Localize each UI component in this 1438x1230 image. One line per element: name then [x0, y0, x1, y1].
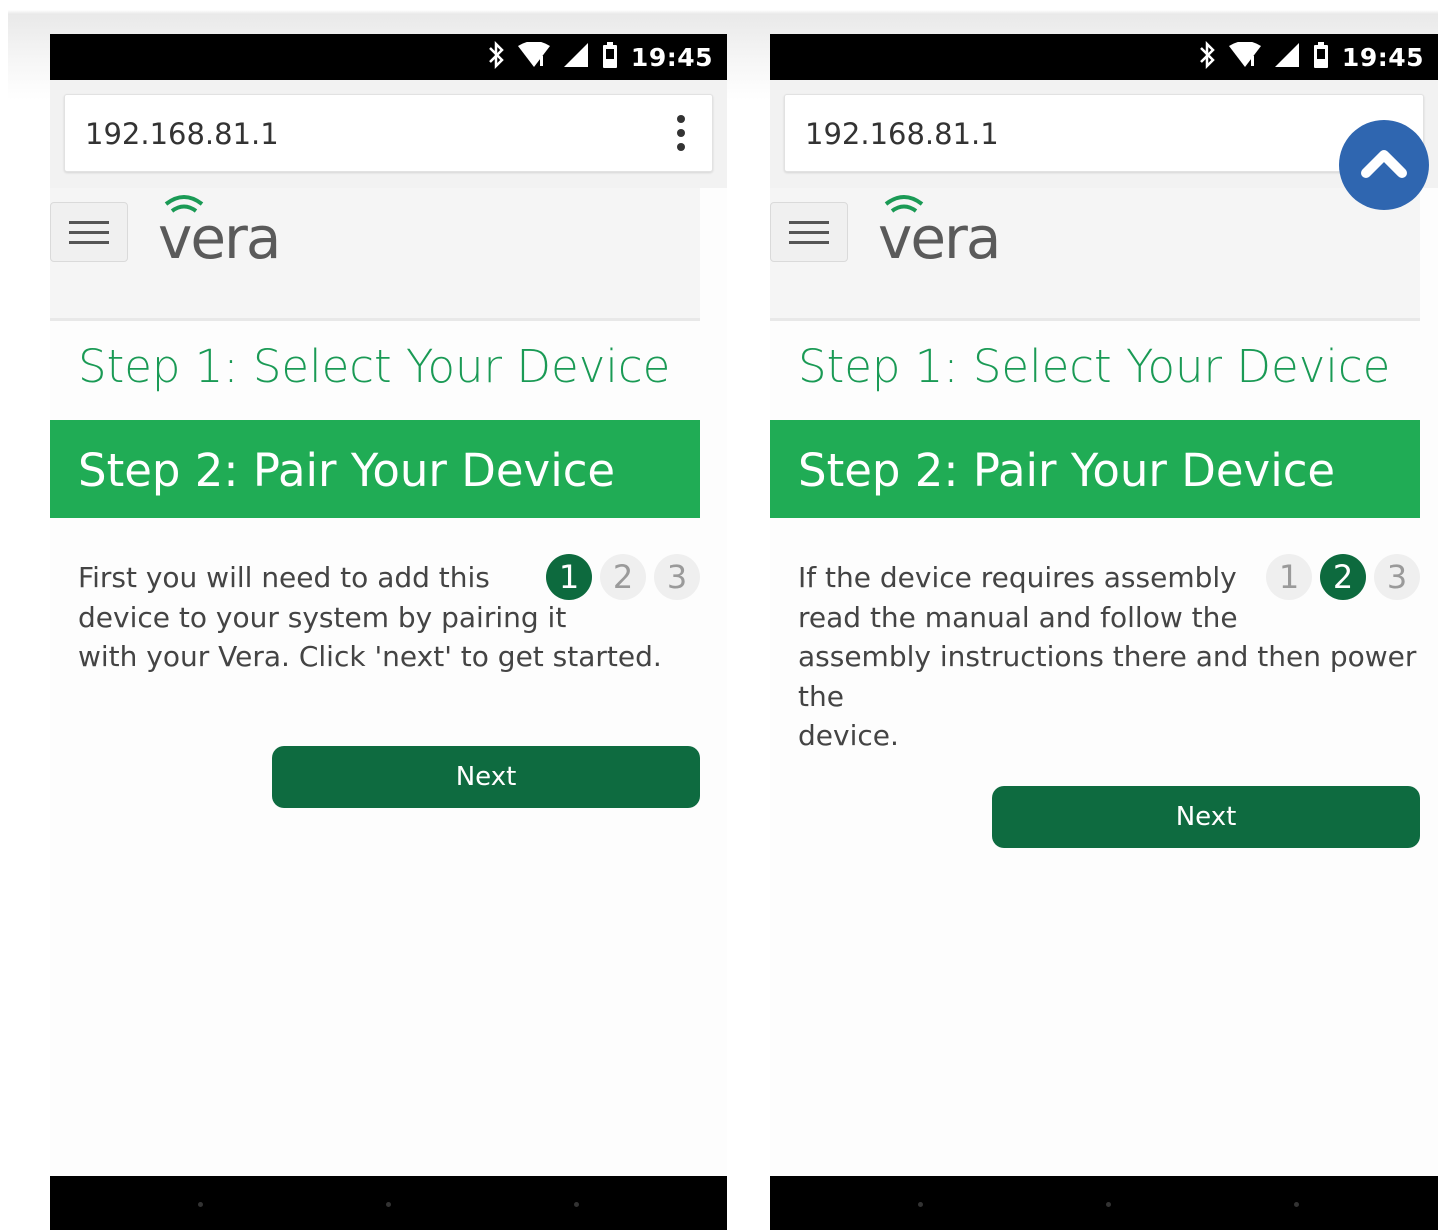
status-bar: 19:45: [770, 34, 1438, 80]
url-text: 192.168.81.1: [805, 117, 999, 151]
status-time: 19:45: [1341, 42, 1424, 72]
hamburger-menu-button[interactable]: [50, 202, 128, 262]
wifi-icon: [1228, 40, 1262, 73]
signal-icon: [563, 42, 589, 73]
nav-home-icon[interactable]: [1106, 1202, 1111, 1207]
description-line: device to your system by pairing it: [78, 600, 567, 634]
pager-dot-1: 1: [1266, 554, 1312, 600]
scroll-to-top-button[interactable]: [1339, 120, 1429, 210]
phone-screen-right: 19:45 192.168.81.1 vera Step 1: Select Y…: [770, 34, 1438, 1230]
site-header: vera: [770, 188, 1420, 321]
pager-dot-3: 3: [1374, 554, 1420, 600]
site-header: vera: [50, 188, 700, 321]
bluetooth-icon: [1198, 40, 1216, 74]
url-text: 192.168.81.1: [85, 117, 279, 151]
signal-icon: [1274, 42, 1300, 73]
android-nav-bar: [770, 1176, 1438, 1230]
next-button[interactable]: Next: [272, 746, 700, 808]
android-nav-bar: [50, 1176, 727, 1230]
step2-title: Step 2: Pair Your Device: [798, 444, 1336, 497]
description-line: with your Vera. Click 'next' to get star…: [78, 640, 662, 673]
pager-dot-3: 3: [654, 554, 700, 600]
nav-recents-icon[interactable]: [574, 1202, 579, 1207]
step1-title[interactable]: Step 1: Select Your Device: [78, 340, 670, 393]
pager-dot-2: 2: [1320, 554, 1366, 600]
browser-toolbar: 192.168.81.1: [770, 80, 1438, 188]
hamburger-menu-button[interactable]: [770, 202, 848, 262]
nav-back-icon[interactable]: [198, 1202, 203, 1207]
phone-screen-left: 19:45 192.168.81.1 vera Step 1: Select Y…: [50, 34, 727, 1230]
description-line: device.: [798, 719, 899, 752]
vera-logo: vera: [878, 194, 1038, 272]
logo-text: vera: [158, 204, 281, 272]
step-pager: 1 2 3: [546, 554, 700, 600]
nav-recents-icon[interactable]: [1294, 1202, 1299, 1207]
step1-title[interactable]: Step 1: Select Your Device: [798, 340, 1390, 393]
browser-menu-icon[interactable]: [676, 115, 686, 151]
status-bar: 19:45: [50, 34, 727, 80]
step2-title: Step 2: Pair Your Device: [78, 444, 616, 497]
status-time: 19:45: [630, 42, 713, 72]
battery-icon: [1312, 41, 1330, 74]
step-pager: 1 2 3: [1266, 554, 1420, 600]
step2-banner: Step 2: Pair Your Device: [50, 420, 700, 518]
browser-toolbar: 192.168.81.1: [50, 80, 727, 188]
description-line: assembly instructions there and then pow…: [798, 640, 1417, 713]
address-bar[interactable]: 192.168.81.1: [784, 94, 1424, 172]
wifi-icon: [517, 40, 551, 73]
address-bar[interactable]: 192.168.81.1: [64, 94, 713, 172]
chevron-up-icon: [1361, 150, 1407, 178]
step2-banner: Step 2: Pair Your Device: [770, 420, 1420, 518]
battery-icon: [601, 41, 619, 74]
pager-dot-2: 2: [600, 554, 646, 600]
logo-text: vera: [878, 204, 1001, 272]
nav-home-icon[interactable]: [386, 1202, 391, 1207]
bluetooth-icon: [487, 40, 505, 74]
nav-back-icon[interactable]: [918, 1202, 923, 1207]
next-button[interactable]: Next: [992, 786, 1420, 848]
pager-dot-1: 1: [546, 554, 592, 600]
description-line: read the manual and follow the: [798, 600, 1238, 634]
vera-logo: vera: [158, 194, 318, 272]
